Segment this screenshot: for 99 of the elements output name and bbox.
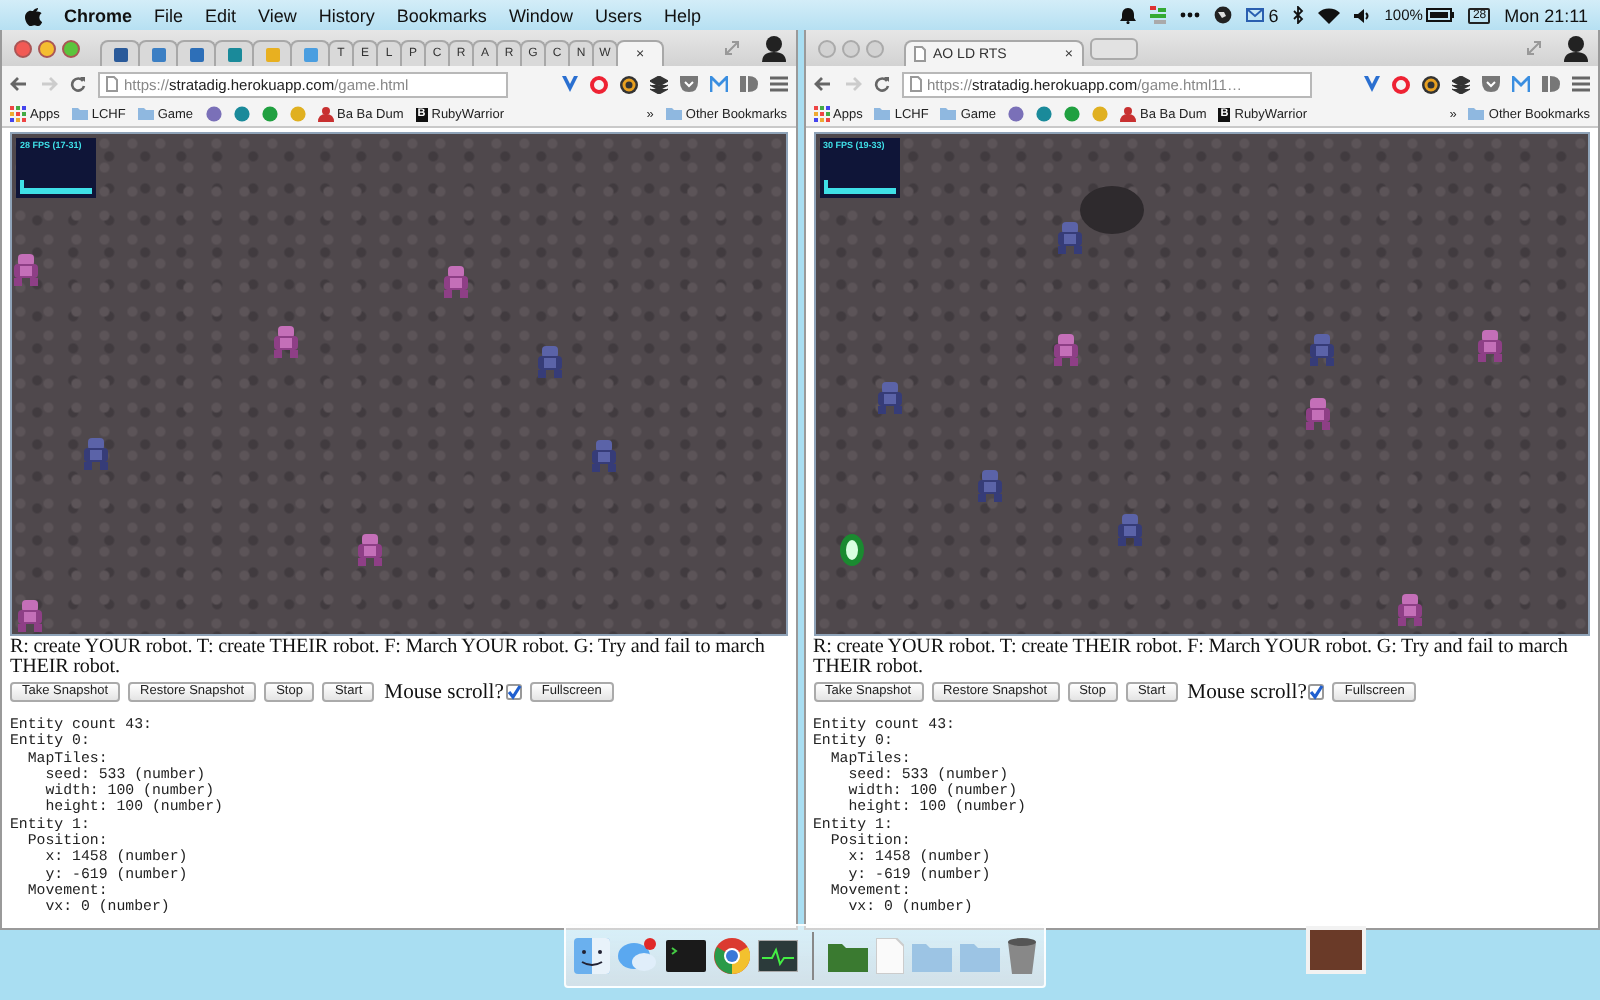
apps-grid-icon [10,106,26,122]
robot-sprite[interactable] [1117,514,1141,546]
folder-icon [940,106,957,122]
finder-icon[interactable] [574,938,610,974]
image-file-thumbnail[interactable] [1306,926,1366,974]
menu-item[interactable]: View [258,5,297,25]
favicon-icon[interactable] [233,106,250,122]
folder-icon [665,106,682,122]
menu-item[interactable]: File [154,5,184,25]
favicon-icon[interactable] [205,106,222,122]
layers-icon[interactable] [1452,75,1470,93]
favicon-icon[interactable] [1036,106,1053,122]
crater-drawing [1079,186,1143,234]
app-menu[interactable]: Chrome [64,5,133,25]
chrome-icon[interactable] [714,938,750,974]
zoom-window-button[interactable] [62,39,80,57]
ring-icon[interactable] [1392,75,1410,93]
browser-tab[interactable] [100,40,140,66]
robot-sprite[interactable] [592,440,616,472]
layers-icon[interactable] [649,75,667,93]
v-shape-icon[interactable] [1364,76,1380,92]
colored-bars-icon[interactable] [1150,6,1167,24]
chat-bubbles-icon[interactable] [618,938,658,974]
wifi-icon[interactable] [1318,7,1341,23]
folder-icon [137,106,154,122]
activity-monitor-icon[interactable] [758,940,798,972]
color-wheel-icon[interactable] [1422,75,1440,93]
forward-arrow-icon [40,76,58,92]
color-wheel-icon[interactable] [619,75,637,93]
favicon-icon[interactable] [261,106,278,122]
battery-icon[interactable] [1426,8,1455,22]
back-arrow-icon[interactable] [10,76,28,92]
bell-icon[interactable] [1120,6,1137,24]
menu-icon[interactable] [769,76,787,92]
bluetooth-icon[interactable] [1292,6,1305,24]
shield-icon[interactable] [1482,76,1500,92]
avatar-icon[interactable] [759,34,787,62]
reload-icon[interactable] [70,76,86,92]
trash-icon[interactable] [1008,938,1036,974]
browser-tab[interactable] [290,40,330,66]
browser-tab[interactable] [176,40,216,66]
favicon-icon[interactable] [1008,106,1025,122]
m-shape-icon[interactable] [709,76,727,92]
robot-sprite[interactable] [1397,594,1421,626]
apps-grid-icon [813,106,829,122]
clock[interactable]: Mon 21:11 [1504,5,1588,25]
favicon-icon[interactable] [1064,106,1081,122]
checkbox[interactable] [1308,684,1325,700]
robot-sprite[interactable] [14,254,38,286]
v-shape-icon[interactable] [561,76,577,92]
robot-sprite[interactable] [84,438,108,470]
globe-icon[interactable] [1214,6,1233,24]
close-window-button[interactable] [14,39,32,57]
help-text: R: create YOUR robot. T: create THEIR robot. F: March YOUR robot. G: Try and fail to march THEIR robot. [10,638,767,678]
menu-item[interactable]: Window [508,5,573,25]
robot-sprite[interactable] [1477,330,1501,362]
fps-graph-drawing [823,174,895,194]
reload-icon[interactable] [873,76,889,92]
shield-icon[interactable] [679,76,697,92]
ellipsis-icon[interactable] [1180,12,1201,18]
forward-arrow-icon [843,76,861,92]
menu-icon[interactable] [1572,76,1590,92]
m-shape-icon[interactable] [1512,76,1530,92]
menu-item[interactable]: Users [594,5,642,25]
avatar-icon[interactable] [1562,34,1590,62]
folder-icon[interactable] [828,940,868,972]
menu-item[interactable]: Edit [205,5,237,25]
mail-icon[interactable] [1246,8,1265,22]
page-icon [106,76,118,92]
expand-icon[interactable] [723,40,739,56]
browser-tab[interactable] [214,40,254,66]
gem-sprite[interactable] [839,534,863,566]
folder-icon [1468,106,1485,122]
checkbox-label: Mouse scroll? [1187,681,1307,703]
apple-icon[interactable] [24,5,42,25]
expand-icon[interactable] [1526,40,1542,56]
terminal-icon[interactable] [666,940,706,972]
robot-sprite[interactable] [1053,334,1077,366]
robot-sprite[interactable] [1305,398,1329,430]
speaker-icon[interactable] [1354,7,1371,23]
browser-tab[interactable] [138,40,178,66]
menu-item[interactable]: History [318,5,375,25]
checkbox-label: Mouse scroll? [384,681,504,703]
fps-graph-drawing [20,174,92,194]
folder-icon [71,106,88,122]
robot-sprite[interactable] [18,600,42,632]
help-text: R: create YOUR robot. T: create THEIR robot. F: March YOUR robot. G: Try and fail to march THEIR robot. [813,638,1570,678]
ring-icon[interactable] [589,75,607,93]
robot-sprite[interactable] [538,346,562,378]
robot-sprite[interactable] [274,326,298,358]
robot-sprite[interactable] [358,534,382,566]
mail-count: 6 [1268,5,1279,25]
menu-item[interactable]: Bookmarks [396,5,487,25]
minimize-window-button[interactable] [38,39,56,57]
folder-icon [874,106,891,122]
menu-item[interactable]: Help [663,5,701,25]
checkbox[interactable] [505,684,522,700]
robot-sprite[interactable] [444,266,468,298]
back-arrow-icon[interactable] [813,76,831,92]
